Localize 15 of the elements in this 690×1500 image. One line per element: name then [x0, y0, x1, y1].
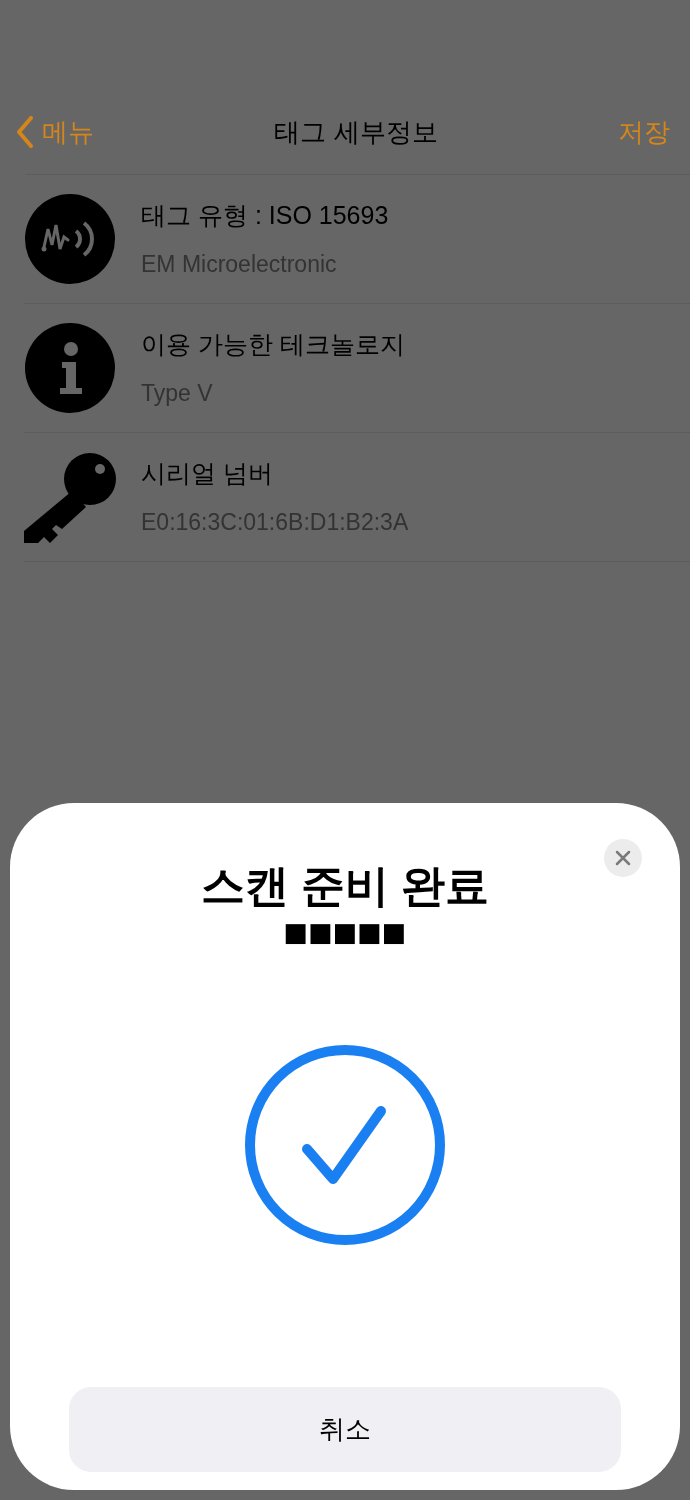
save-button[interactable]: 저장 [618, 112, 674, 152]
row-title: 태그 유형 : ISO 15693 [141, 200, 389, 231]
close-icon [615, 850, 631, 866]
sheet-title: 스캔 준비 완료 [200, 860, 490, 912]
row-title: 이용 가능한 테크놀로지 [141, 329, 405, 360]
sheet-message: ■■■■■ [283, 919, 407, 945]
back-button[interactable]: 메뉴 [16, 112, 94, 152]
nfc-signal-icon [24, 193, 116, 285]
close-button[interactable] [604, 839, 642, 877]
cancel-button[interactable]: 취소 [69, 1387, 621, 1472]
row-title: 시리얼 넘버 [141, 458, 274, 489]
chevron-left-icon [16, 116, 34, 148]
info-icon [24, 322, 116, 414]
nav-title: 태그 세부정보 [274, 115, 438, 149]
key-icon [24, 451, 116, 543]
